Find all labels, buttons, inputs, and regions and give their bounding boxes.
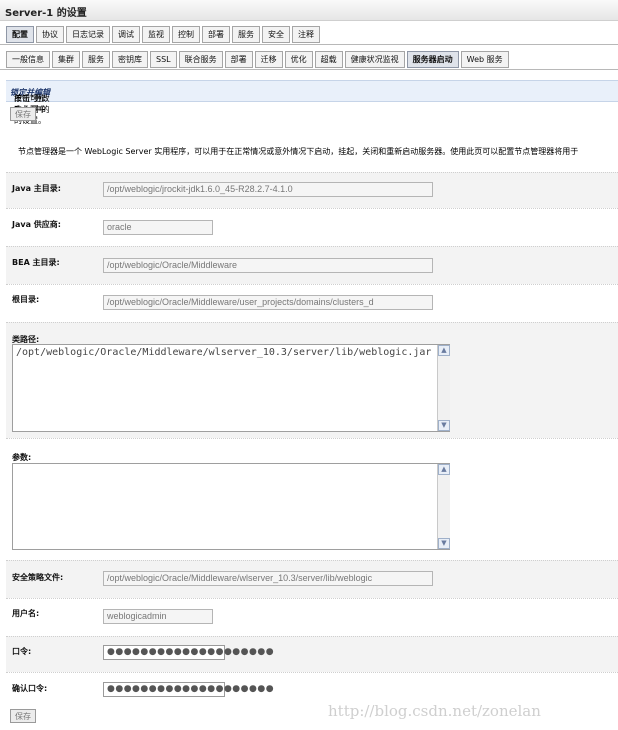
java-home-label: Java 主目录: xyxy=(12,184,61,193)
subtab-server-start[interactable]: 服务器启动 xyxy=(406,51,459,68)
password-label: 口令: xyxy=(12,647,32,656)
window-title-bar: Server-1 的设置 xyxy=(0,0,618,21)
lock-edit-message: 单击"更改中心"中的锁定并编辑按钮可修改此页中的设置。 xyxy=(6,80,618,125)
java-vendor-field[interactable]: oracle xyxy=(103,220,213,235)
secondary-tab-divider xyxy=(0,69,618,70)
username-label: 用户名: xyxy=(12,609,40,618)
classpath-textarea[interactable]: /opt/weblogic/Oracle/Middleware/wlserver… xyxy=(12,344,450,432)
save-button-bottom[interactable]: 保存 xyxy=(10,709,36,723)
row-root-directory: 根目录: /opt/weblogic/Oracle/Middleware/use… xyxy=(6,284,618,322)
subtab-general[interactable]: 一般信息 xyxy=(6,51,50,68)
password-field[interactable]: ●●●●●●●●●●●●●●●●●●●● xyxy=(103,645,274,660)
scroll-down-icon[interactable]: ▼ xyxy=(438,420,450,431)
tab-notes[interactable]: 注释 xyxy=(292,26,320,43)
primary-tab-bar: 配置 协议 日志记录 调试 监视 控制 部署 服务 安全 注释 xyxy=(6,26,322,43)
subtab-health-monitoring[interactable]: 健康状况监视 xyxy=(344,51,405,68)
root-directory-field[interactable]: /opt/weblogic/Oracle/Middleware/user_pro… xyxy=(103,295,433,310)
scroll-up-icon[interactable]: ▲ xyxy=(438,345,450,356)
subtab-keystores[interactable]: 密钥库 xyxy=(112,51,148,68)
confirm-password-label: 确认口令: xyxy=(12,684,48,693)
classpath-scrollbar[interactable]: ▲ ▼ xyxy=(437,345,450,431)
bea-home-label: BEA 主目录: xyxy=(12,258,60,267)
subtab-services[interactable]: 服务 xyxy=(82,51,110,68)
tab-deployments[interactable]: 部署 xyxy=(202,26,230,43)
username-field[interactable]: weblogicadmin xyxy=(103,609,213,624)
row-security-policy: 安全策略文件: /opt/weblogic/Oracle/Middleware/… xyxy=(6,560,618,598)
scroll-down-icon[interactable]: ▼ xyxy=(438,538,450,549)
row-arguments: 参数: ▲ ▼ xyxy=(6,438,618,560)
bea-home-field[interactable]: /opt/weblogic/Oracle/Middleware xyxy=(103,258,433,273)
java-vendor-label: Java 供应商: xyxy=(12,220,61,229)
subtab-web-services[interactable]: Web 服务 xyxy=(460,51,509,68)
security-policy-field[interactable]: /opt/weblogic/Oracle/Middleware/wlserver… xyxy=(103,571,433,586)
security-policy-label: 安全策略文件: xyxy=(12,573,64,582)
confirm-password-field[interactable]: ●●●●●●●●●●●●●●●●●●●● xyxy=(103,682,274,697)
tab-security[interactable]: 安全 xyxy=(262,26,290,43)
save-button-top[interactable]: 保存 xyxy=(10,107,36,121)
subtab-federation[interactable]: 联合服务 xyxy=(178,51,223,68)
row-bea-home: BEA 主目录: /opt/weblogic/Oracle/Middleware xyxy=(6,246,618,284)
root-directory-label: 根目录: xyxy=(12,295,40,304)
arguments-textarea[interactable] xyxy=(12,463,450,550)
row-username: 用户名: weblogicadmin xyxy=(6,598,618,636)
tab-debug[interactable]: 调试 xyxy=(112,26,140,43)
row-java-home: Java 主目录: /opt/weblogic/jrockit-jdk1.6.0… xyxy=(6,172,618,208)
tab-protocols[interactable]: 协议 xyxy=(36,26,64,43)
secondary-tab-bar: 一般信息 集群 服务 密钥库 SSL 联合服务 部署 迁移 优化 超载 健康状况… xyxy=(6,51,511,68)
watermark: http://blog.csdn.net/zonelan xyxy=(328,702,541,720)
row-java-vendor: Java 供应商: oracle xyxy=(6,208,618,246)
arguments-scrollbar[interactable]: ▲ ▼ xyxy=(437,464,450,549)
page-description: 节点管理器是一个 WebLogic Server 实用程序，可以用于在正常情况或… xyxy=(18,147,579,156)
row-confirm-password: 确认口令: ●●●●●●●●●●●●●●●●●●●● xyxy=(6,672,618,706)
tab-logging[interactable]: 日志记录 xyxy=(66,26,110,43)
subtab-overload[interactable]: 超载 xyxy=(314,51,343,68)
subtab-cluster[interactable]: 集群 xyxy=(52,51,80,68)
java-home-field[interactable]: /opt/weblogic/jrockit-jdk1.6.0_45-R28.2.… xyxy=(103,182,433,197)
scroll-up-icon[interactable]: ▲ xyxy=(438,464,450,475)
window-title: Server-1 的设置 xyxy=(5,8,87,19)
tab-configuration[interactable]: 配置 xyxy=(6,26,34,43)
tab-services[interactable]: 服务 xyxy=(232,26,260,43)
subtab-tuning[interactable]: 优化 xyxy=(284,51,313,68)
subtab-migration[interactable]: 迁移 xyxy=(254,51,283,68)
tab-monitoring[interactable]: 监视 xyxy=(142,26,170,43)
row-password: 口令: ●●●●●●●●●●●●●●●●●●●● xyxy=(6,636,618,672)
primary-tab-divider xyxy=(0,44,618,45)
subtab-deployment[interactable]: 部署 xyxy=(224,51,253,68)
subtab-ssl[interactable]: SSL xyxy=(150,51,177,68)
row-classpath: 类路径: /opt/weblogic/Oracle/Middleware/wls… xyxy=(6,322,618,438)
arguments-label: 参数: xyxy=(12,453,32,462)
tab-control[interactable]: 控制 xyxy=(172,26,200,43)
